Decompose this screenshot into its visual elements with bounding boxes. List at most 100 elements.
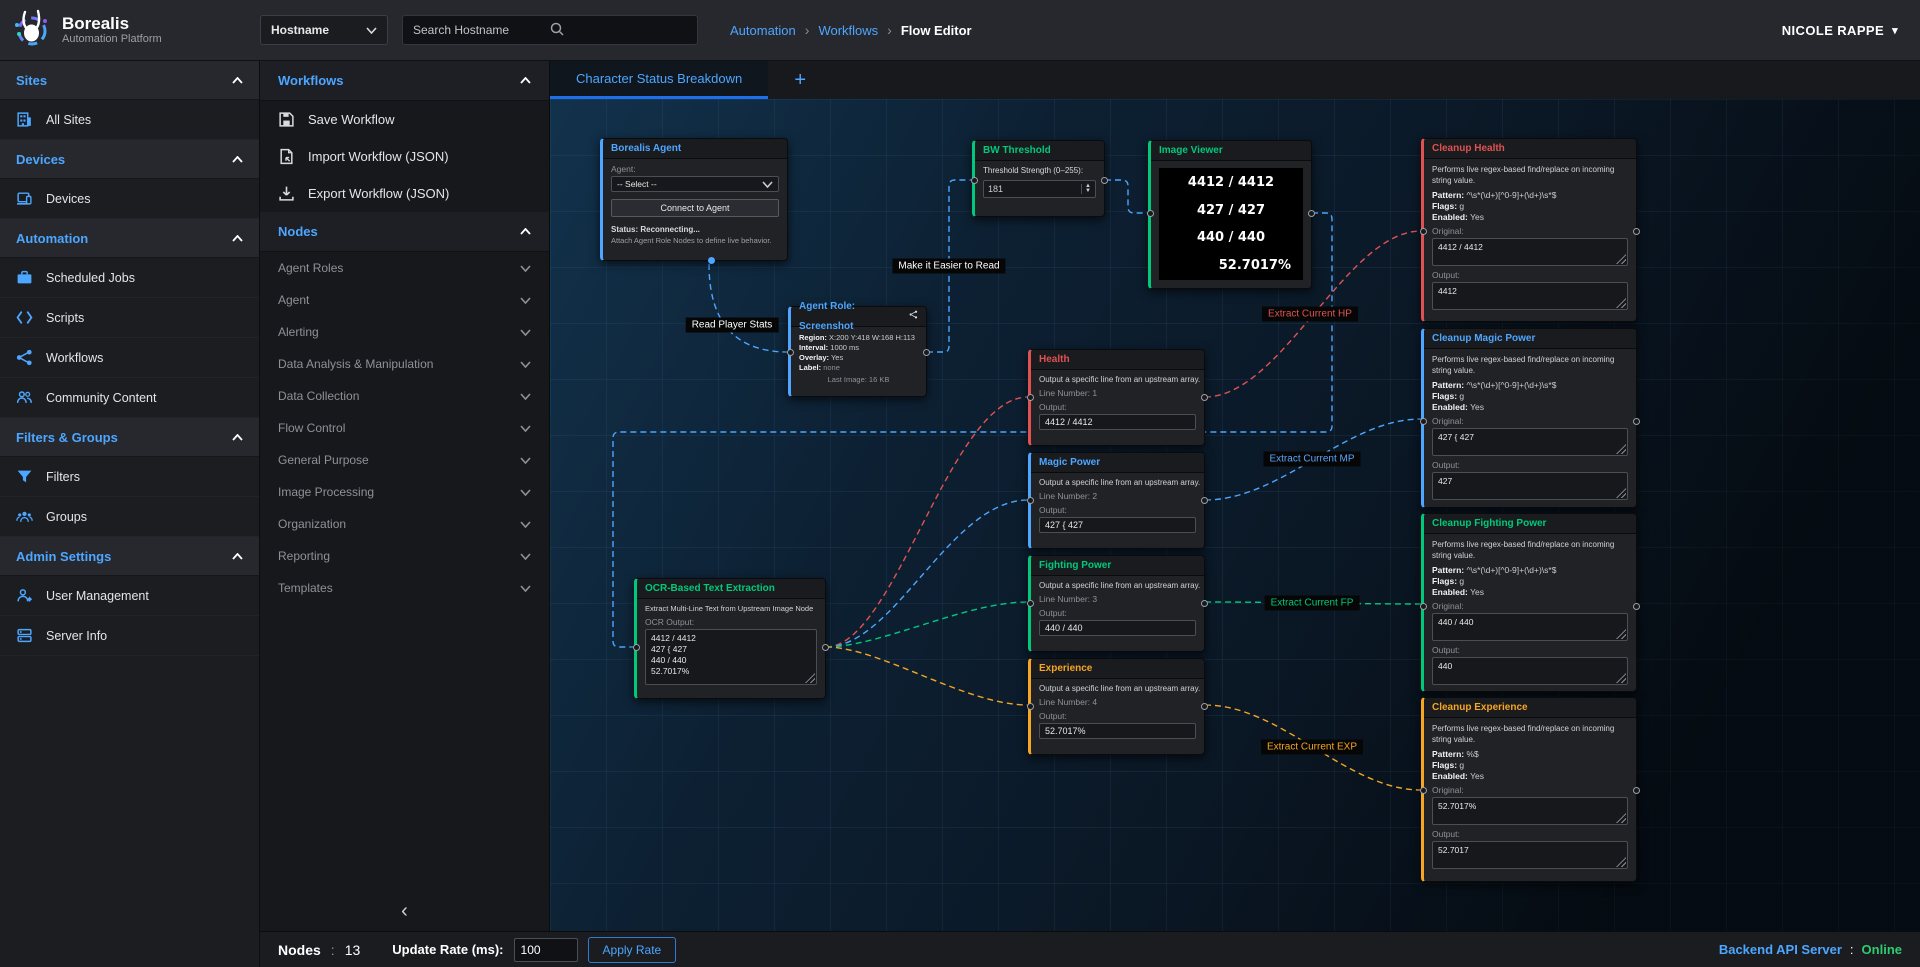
node-category-alerting[interactable]: Alerting [260,316,549,348]
node-borealis-agent[interactable]: Borealis Agent Agent: -- Select -- Conne… [600,138,788,261]
original-textarea[interactable]: 4412 / 4412 [1432,238,1628,266]
export-workflow-button[interactable]: Export Workflow (JSON) [260,175,549,212]
port-output[interactable] [923,349,930,356]
edge-label-extract-mp[interactable]: Extract Current MP [1263,452,1360,467]
port-output[interactable] [1201,394,1208,401]
port-output[interactable] [1633,228,1640,235]
port-output[interactable] [1201,497,1208,504]
port-output[interactable] [1633,603,1640,610]
sidebar-item-community-content[interactable]: Community Content [0,378,259,418]
port-input[interactable] [1027,394,1034,401]
port-input[interactable] [1147,210,1154,217]
port-output[interactable] [708,257,715,264]
port-input[interactable] [633,644,640,651]
node-category-organization[interactable]: Organization [260,508,549,540]
port-input[interactable] [1027,497,1034,504]
original-textarea[interactable]: 52.7017% [1432,797,1628,825]
node-cleanup-fighting-power[interactable]: Cleanup Fighting Power Performs live reg… [1421,513,1637,692]
node-cleanup-magic-power[interactable]: Cleanup Magic Power Performs live regex-… [1421,328,1637,508]
port-input[interactable] [1420,228,1427,235]
sidebar-item-user-management[interactable]: User Management [0,576,259,616]
output-value-input[interactable] [1039,620,1196,636]
sidebar-section-automation[interactable]: Automation [0,219,259,258]
sidebar-section-admin-settings[interactable]: Admin Settings [0,537,259,576]
node-experience[interactable]: Experience Output a specific line from a… [1028,658,1205,755]
node-ocr-text-extraction[interactable]: OCR-Based Text Extraction Extract Multi-… [634,578,826,699]
add-tab-button[interactable]: + [768,61,832,99]
sidebar-item-scheduled-jobs[interactable]: Scheduled Jobs [0,258,259,298]
node-cleanup-health[interactable]: Cleanup Health Performs live regex-based… [1421,138,1637,322]
edge-label-make-easier[interactable]: Make it Easier to Read [892,259,1005,274]
node-category-reporting[interactable]: Reporting [260,540,549,572]
user-menu[interactable]: NICOLE RAPPE ▾ [1782,23,1898,38]
share-icon[interactable] [909,307,918,327]
edge-label-extract-fp[interactable]: Extract Current FP [1265,596,1360,611]
output-textarea[interactable]: 52.7017 [1432,841,1628,869]
output-value-input[interactable] [1039,517,1196,533]
breadcrumb-automation[interactable]: Automation [730,23,796,38]
node-category-templates[interactable]: Templates [260,572,549,604]
edge-agent-to-screenshot[interactable] [709,264,788,352]
port-output[interactable] [822,644,829,651]
output-textarea[interactable]: 440 [1432,657,1628,685]
stepper-icon[interactable]: ▲▼ [1081,184,1091,194]
output-textarea[interactable]: 4412 [1432,282,1628,310]
edge-label-extract-exp[interactable]: Extract Current EXP [1261,740,1363,755]
node-category-image-processing[interactable]: Image Processing [260,476,549,508]
tab-character-status-breakdown[interactable]: Character Status Breakdown [550,61,768,99]
hostname-dropdown[interactable]: Hostname [260,15,388,45]
node-bw-threshold[interactable]: BW Threshold Threshold Strength (0–255):… [972,140,1105,217]
node-cleanup-experience[interactable]: Cleanup Experience Performs live regex-b… [1421,697,1637,882]
edge-ocr-to-experience[interactable] [826,647,1028,705]
flow-canvas[interactable]: Read Player Stats Make it Easier to Read… [550,99,1920,931]
node-category-flow-control[interactable]: Flow Control [260,412,549,444]
import-workflow-button[interactable]: Import Workflow (JSON) [260,138,549,175]
output-textarea[interactable]: 427 [1432,472,1628,500]
sidebar-item-all-sites[interactable]: All Sites [0,100,259,140]
node-fighting-power[interactable]: Fighting Power Output a specific line fr… [1028,555,1205,652]
port-input[interactable] [787,349,794,356]
apply-rate-button[interactable]: Apply Rate [588,937,677,963]
original-textarea[interactable]: 427 { 427 [1432,428,1628,456]
edge-ocr-to-fighting[interactable] [826,602,1028,647]
palette-section-nodes[interactable]: Nodes [260,212,549,252]
sidebar-item-filters[interactable]: Filters [0,457,259,497]
port-output[interactable] [1633,787,1640,794]
output-value-input[interactable] [1039,723,1196,739]
node-category-data-analysis[interactable]: Data Analysis & Manipulation [260,348,549,380]
port-input[interactable] [1420,787,1427,794]
port-output[interactable] [1633,418,1640,425]
port-output[interactable] [1201,703,1208,710]
sidebar-item-devices[interactable]: Devices [0,179,259,219]
agent-select[interactable]: -- Select -- [611,176,779,192]
port-input[interactable] [1027,703,1034,710]
port-input[interactable] [1027,600,1034,607]
save-workflow-button[interactable]: Save Workflow [260,101,549,138]
node-category-agent[interactable]: Agent [260,284,549,316]
node-category-data-collection[interactable]: Data Collection [260,380,549,412]
edge-ocr-to-magic[interactable] [826,500,1028,647]
edge-threshold-to-viewer[interactable] [1105,180,1148,213]
breadcrumb-workflows[interactable]: Workflows [818,23,878,38]
edge-label-read-player-stats[interactable]: Read Player Stats [686,318,779,333]
port-output[interactable] [1201,600,1208,607]
port-input[interactable] [1420,418,1427,425]
sidebar-section-devices[interactable]: Devices [0,140,259,179]
sidebar-section-sites[interactable]: Sites [0,61,259,100]
sidebar-item-groups[interactable]: Groups [0,497,259,537]
node-category-agent-roles[interactable]: Agent Roles [260,252,549,284]
node-agent-role-screenshot[interactable]: Agent Role: Screenshot Region: X:200 Y:4… [788,306,927,397]
sidebar-item-server-info[interactable]: Server Info [0,616,259,656]
port-input[interactable] [1420,603,1427,610]
port-output[interactable] [1308,210,1315,217]
connect-to-agent-button[interactable]: Connect to Agent [611,199,779,217]
edge-ocr-to-health[interactable] [826,397,1028,647]
original-textarea[interactable]: 440 / 440 [1432,613,1628,641]
sidebar-item-scripts[interactable]: Scripts [0,298,259,338]
threshold-input[interactable]: 181 ▲▼ [983,180,1096,198]
sidebar-item-workflows[interactable]: Workflows [0,338,259,378]
node-magic-power[interactable]: Magic Power Output a specific line from … [1028,452,1205,549]
port-output[interactable] [1101,177,1108,184]
node-category-general-purpose[interactable]: General Purpose [260,444,549,476]
update-rate-input[interactable] [514,938,578,962]
